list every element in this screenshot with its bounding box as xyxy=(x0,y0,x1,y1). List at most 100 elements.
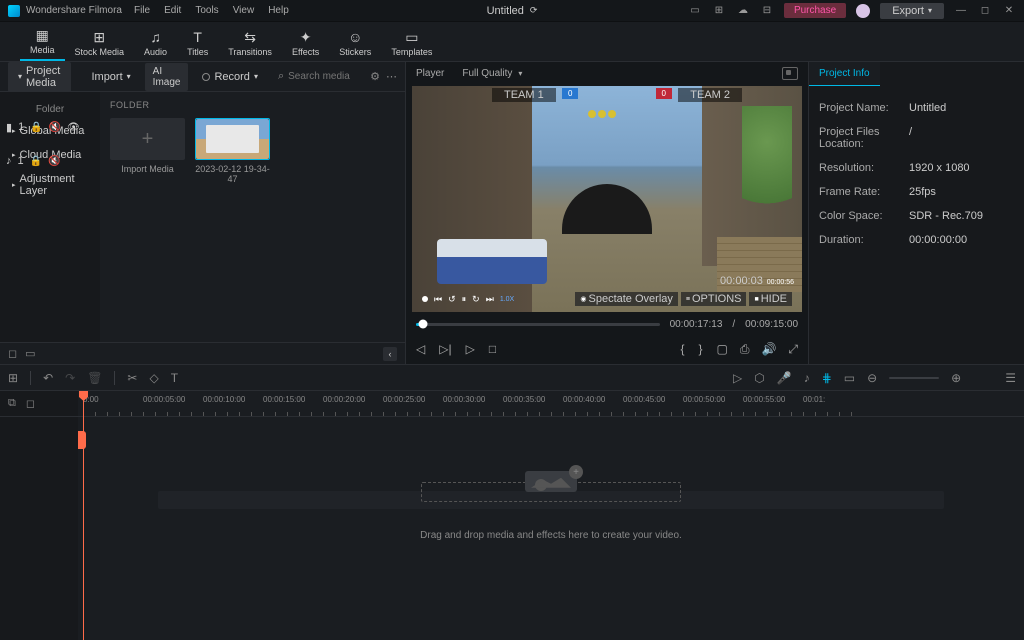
collapse-icon[interactable]: ‹ xyxy=(383,347,397,361)
project-media-button[interactable]: ▾Project Media xyxy=(8,62,71,92)
search-input[interactable] xyxy=(288,71,358,82)
prev-button[interactable]: ◁ xyxy=(416,342,425,356)
tab-media[interactable]: ▦Media xyxy=(20,23,65,61)
audio-track-header[interactable]: ♪1 🔒 🔇 xyxy=(0,145,67,177)
text-icon[interactable]: T xyxy=(171,371,178,385)
audio-track-icon: ♪ xyxy=(6,155,12,167)
snapshot-icon[interactable] xyxy=(782,67,798,80)
stop-button[interactable]: □ xyxy=(489,342,496,356)
new-folder-icon[interactable]: ◻ xyxy=(8,347,17,360)
minimize-icon[interactable]: — xyxy=(954,4,968,18)
prev-frame-icon: ⏮ xyxy=(434,294,442,305)
folder-icon[interactable]: ▭ xyxy=(25,347,35,360)
plus-icon: + xyxy=(142,128,154,151)
volume-icon[interactable]: 🔊 xyxy=(761,342,776,356)
purchase-button[interactable]: Purchase xyxy=(784,3,846,18)
video-track-header[interactable]: ▮1 🔒 🔇 👁 xyxy=(0,111,86,143)
add-track-icon[interactable]: ◻ xyxy=(26,397,35,410)
aspect-icon[interactable]: ▭ xyxy=(844,371,855,385)
import-media-tile[interactable]: + Import Media xyxy=(110,118,185,184)
timeline-track-headers: ⧉ ◻ ▮1 🔒 🔇 👁 ♪1 🔒 🔇 xyxy=(0,391,78,640)
zoom-out-icon[interactable]: ⊖ xyxy=(867,371,877,385)
grid-icon[interactable]: ⊞ xyxy=(712,4,726,18)
tab-transitions[interactable]: ⇆Transitions xyxy=(218,25,282,61)
search-box: ⌕ xyxy=(272,68,364,85)
media-panel-footer: ◻ ▭ ‹ xyxy=(0,342,405,364)
mark-out-icon[interactable]: } xyxy=(698,342,702,356)
camera-icon[interactable]: ⎙ xyxy=(740,342,750,357)
render-icon[interactable]: ▷ xyxy=(733,371,742,385)
display-icon[interactable]: ▢ xyxy=(716,342,727,356)
maximize-icon[interactable]: ◻ xyxy=(978,4,992,18)
more-icon[interactable]: ⋯ xyxy=(386,70,397,83)
list-icon[interactable]: ☰ xyxy=(1005,371,1016,385)
toggle-icon[interactable]: ⊞ xyxy=(8,371,18,385)
refresh-icon[interactable]: ⟳ xyxy=(530,5,538,16)
tc-sep: / xyxy=(732,319,735,330)
link-icon[interactable]: ⧉ xyxy=(8,397,16,410)
ai-image-button[interactable]: AI Image xyxy=(145,63,189,91)
project-title: Untitled ⟳ xyxy=(487,5,538,17)
tab-templates[interactable]: ▭Templates xyxy=(381,25,442,61)
tab-audio[interactable]: ♫Audio xyxy=(134,25,177,61)
media-clip-tile[interactable]: 2023-02-12 19-34-47 xyxy=(195,118,270,184)
visibility-icon[interactable]: 👁 xyxy=(67,122,80,133)
marker-icon[interactable]: ⬡ xyxy=(754,371,764,385)
menu-edit[interactable]: Edit xyxy=(164,5,181,16)
video-preview[interactable]: TEAM 1 TEAM 2 0 0 00:00:03 00:00:56 ⏮ ↺ … xyxy=(412,86,802,312)
menu-help[interactable]: Help xyxy=(268,5,289,16)
snap-icon[interactable]: ⋕ xyxy=(822,371,832,385)
ruler-mark: 00:00:50:00 xyxy=(683,395,725,404)
media-icon: ▦ xyxy=(34,27,50,43)
filter-icon[interactable]: ⚙ xyxy=(370,70,380,83)
tab-effects[interactable]: ✦Effects xyxy=(282,25,329,61)
export-button[interactable]: Export▾ xyxy=(880,3,944,19)
duration-timecode: 00:09:15:00 xyxy=(745,319,798,330)
mute-icon[interactable]: 🔇 xyxy=(49,122,61,133)
tab-stickers[interactable]: ☺Stickers xyxy=(329,25,381,61)
apps-icon[interactable]: ⊟ xyxy=(760,4,774,18)
project-info-tab[interactable]: Project Info xyxy=(809,62,880,86)
menu-tools[interactable]: Tools xyxy=(195,5,218,16)
zoom-in-icon[interactable]: ⊕ xyxy=(951,371,961,385)
delete-icon[interactable]: 🗑 xyxy=(87,371,102,385)
play-button[interactable]: ▷ xyxy=(466,342,475,356)
scrub-thumb[interactable] xyxy=(419,320,428,329)
stickers-icon: ☺ xyxy=(347,29,363,45)
fullscreen-icon[interactable]: ⤢ xyxy=(788,342,798,357)
voiceover-icon[interactable]: 🎤 xyxy=(777,371,792,385)
drop-zone[interactable]: + Drag and drop media and effects here t… xyxy=(173,471,929,541)
user-avatar[interactable] xyxy=(856,4,870,18)
record-button[interactable]: Record▾ xyxy=(194,68,265,86)
undo-icon[interactable]: ↶ xyxy=(43,371,53,385)
app-name: Wondershare Filmora xyxy=(26,5,122,16)
timeline-tracks[interactable]: 0:0000:00:05:0000:00:10:0000:00:15:0000:… xyxy=(78,391,1024,640)
lock-icon[interactable]: 🔒 xyxy=(30,156,42,167)
step-back-button[interactable]: ▷| xyxy=(439,342,451,356)
media-placeholder-icon: + xyxy=(525,471,577,492)
layout-icon[interactable]: ▭ xyxy=(688,4,702,18)
timeline-ruler[interactable]: 0:0000:00:05:0000:00:10:0000:00:15:0000:… xyxy=(78,391,1024,417)
menu-file[interactable]: File xyxy=(134,5,150,16)
close-icon[interactable]: ✕ xyxy=(1002,4,1016,18)
lock-icon[interactable]: 🔒 xyxy=(30,122,42,133)
ruler-mark: 00:00:15:00 xyxy=(263,395,305,404)
redo-icon[interactable]: ↷ xyxy=(65,371,75,385)
playhead[interactable] xyxy=(83,391,84,640)
split-icon[interactable]: ✂ xyxy=(127,371,137,385)
tab-titles[interactable]: TTitles xyxy=(177,25,218,61)
quality-dropdown[interactable]: Full Quality▾ xyxy=(462,68,522,79)
import-button[interactable]: Import▾ xyxy=(83,68,138,86)
timeline-marker[interactable] xyxy=(78,431,86,449)
menubar: File Edit Tools View Help xyxy=(134,5,289,16)
info-row: Resolution:1920 x 1080 xyxy=(819,156,1014,180)
crop-icon[interactable]: ◇ xyxy=(149,371,158,385)
mark-in-icon[interactable]: { xyxy=(680,342,684,356)
audio-mixer-icon[interactable]: ♪ xyxy=(804,371,810,385)
cloud-icon[interactable]: ☁ xyxy=(736,4,750,18)
scrub-track[interactable] xyxy=(416,323,660,326)
zoom-slider[interactable] xyxy=(889,377,939,379)
mute-icon[interactable]: 🔇 xyxy=(48,156,60,167)
menu-view[interactable]: View xyxy=(233,5,255,16)
tab-stock-media[interactable]: ⊞Stock Media xyxy=(65,25,135,61)
